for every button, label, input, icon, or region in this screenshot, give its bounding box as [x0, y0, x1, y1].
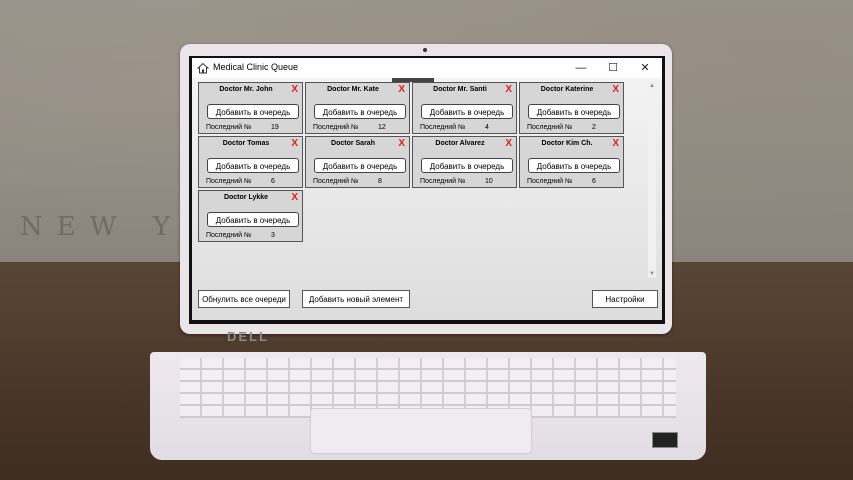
remove-doctor-icon[interactable]: X	[398, 139, 405, 149]
last-number-value: 6	[271, 178, 275, 185]
doctor-name: Doctor Lykke	[223, 194, 269, 201]
remove-doctor-icon[interactable]: X	[398, 85, 405, 95]
title-bar[interactable]: Medical Clinic Queue — ☐ ✕	[192, 58, 662, 78]
minimize-button[interactable]: —	[566, 60, 596, 76]
doctor-card: Doctor Mr. Santi X Добавить в очередь После…	[412, 82, 517, 134]
add-to-queue-button[interactable]: Добавить в очередь	[421, 104, 513, 119]
last-number-label: Последний №	[206, 178, 252, 185]
add-to-queue-button[interactable]: Добавить в очередь	[207, 212, 299, 227]
webcam	[423, 48, 427, 52]
arrow-down-icon[interactable]: ▼	[648, 270, 656, 278]
laptop-screen: Medical Clinic Queue — ☐ ✕ Doctor Mr. Jo…	[189, 56, 665, 324]
doctor-card: Doctor Lykke X Добавить в очередь Последний…	[198, 190, 303, 242]
doctor-card: Doctor Mr. John X Добавить в очередь Послед…	[198, 82, 303, 134]
doctor-name: Doctor Alvarez	[435, 140, 485, 147]
last-number-value: 6	[592, 178, 596, 185]
last-number-label: Последний №	[313, 124, 359, 131]
remove-doctor-icon[interactable]: X	[505, 85, 512, 95]
last-number-label: Последний №	[527, 124, 573, 131]
doctor-card: Doctor Alvarez X Добавить в очередь Последн…	[412, 136, 517, 188]
remove-doctor-icon[interactable]: X	[505, 139, 512, 149]
add-to-queue-button[interactable]: Добавить в очередь	[421, 158, 513, 173]
window-title: Medical Clinic Queue	[213, 62, 299, 72]
doctor-name: Doctor Mr. Kate	[327, 86, 379, 93]
doctor-card: Doctor Mr. Kate X Добавить в очередь Послед…	[305, 82, 410, 134]
last-number-value: 3	[271, 232, 275, 239]
last-number-label: Последний №	[420, 124, 466, 131]
last-number-value: 4	[485, 124, 489, 131]
last-number-value: 12	[378, 124, 386, 131]
laptop-lid: Medical Clinic Queue — ☐ ✕ Doctor Mr. Jo…	[180, 44, 672, 334]
last-number-label: Последний №	[420, 178, 466, 185]
last-number-label: Последний №	[206, 124, 252, 131]
doctor-name: Doctor Katerine	[540, 86, 594, 93]
add-to-queue-button[interactable]: Добавить в очередь	[207, 158, 299, 173]
doctor-name: Doctor Kim Ch.	[541, 140, 593, 147]
reset-queues-button[interactable]: Обнулить все очереди	[198, 290, 290, 308]
app-window: Medical Clinic Queue — ☐ ✕ Doctor Mr. Jo…	[192, 58, 662, 320]
remove-doctor-icon[interactable]: X	[291, 85, 298, 95]
sticker	[652, 432, 678, 448]
last-number-value: 8	[378, 178, 382, 185]
settings-button[interactable]: Настройки	[592, 290, 658, 308]
arrow-up-icon[interactable]: ▲	[648, 82, 656, 90]
maximize-button[interactable]: ☐	[598, 60, 628, 76]
laptop-base	[150, 352, 706, 460]
vertical-scrollbar[interactable]: ▲ ▼	[648, 82, 656, 278]
last-number-label: Последний №	[527, 178, 573, 185]
doctor-card: Doctor Sarah X Добавить в очередь Последний…	[305, 136, 410, 188]
laptop-brand-logo: DELL	[227, 329, 269, 344]
doctor-name: Doctor Tomas	[222, 140, 270, 147]
doctor-name: Doctor Sarah	[331, 140, 375, 147]
add-to-queue-button[interactable]: Добавить в очередь	[314, 158, 406, 173]
house-icon	[197, 62, 209, 74]
last-number-label: Последний №	[313, 178, 359, 185]
last-number-value: 19	[271, 124, 279, 131]
close-button[interactable]: ✕	[630, 60, 660, 76]
add-new-element-button[interactable]: Добавить новый элемент	[302, 290, 410, 308]
remove-doctor-icon[interactable]: X	[612, 139, 619, 149]
trackpad	[310, 408, 532, 454]
remove-doctor-icon[interactable]: X	[291, 193, 298, 203]
doctor-card: Doctor Katerine X Добавить в очередь Послед…	[519, 82, 624, 134]
last-number-value: 2	[592, 124, 596, 131]
doctor-card: Doctor Tomas X Добавить в очередь Последний…	[198, 136, 303, 188]
doctor-name: Doctor Mr. Santi	[433, 86, 487, 93]
add-to-queue-button[interactable]: Добавить в очередь	[314, 104, 406, 119]
doctor-card: Doctor Kim Ch. X Добавить в очередь Последн…	[519, 136, 624, 188]
add-to-queue-button[interactable]: Добавить в очередь	[528, 158, 620, 173]
add-to-queue-button[interactable]: Добавить в очередь	[207, 104, 299, 119]
doctor-name: Doctor Mr. John	[219, 86, 273, 93]
add-to-queue-button[interactable]: Добавить в очередь	[528, 104, 620, 119]
last-number-value: 10	[485, 178, 493, 185]
remove-doctor-icon[interactable]: X	[291, 139, 298, 149]
last-number-label: Последний №	[206, 232, 252, 239]
client-area: Doctor Mr. John X Добавить в очередь Послед…	[192, 78, 662, 320]
remove-doctor-icon[interactable]: X	[612, 85, 619, 95]
